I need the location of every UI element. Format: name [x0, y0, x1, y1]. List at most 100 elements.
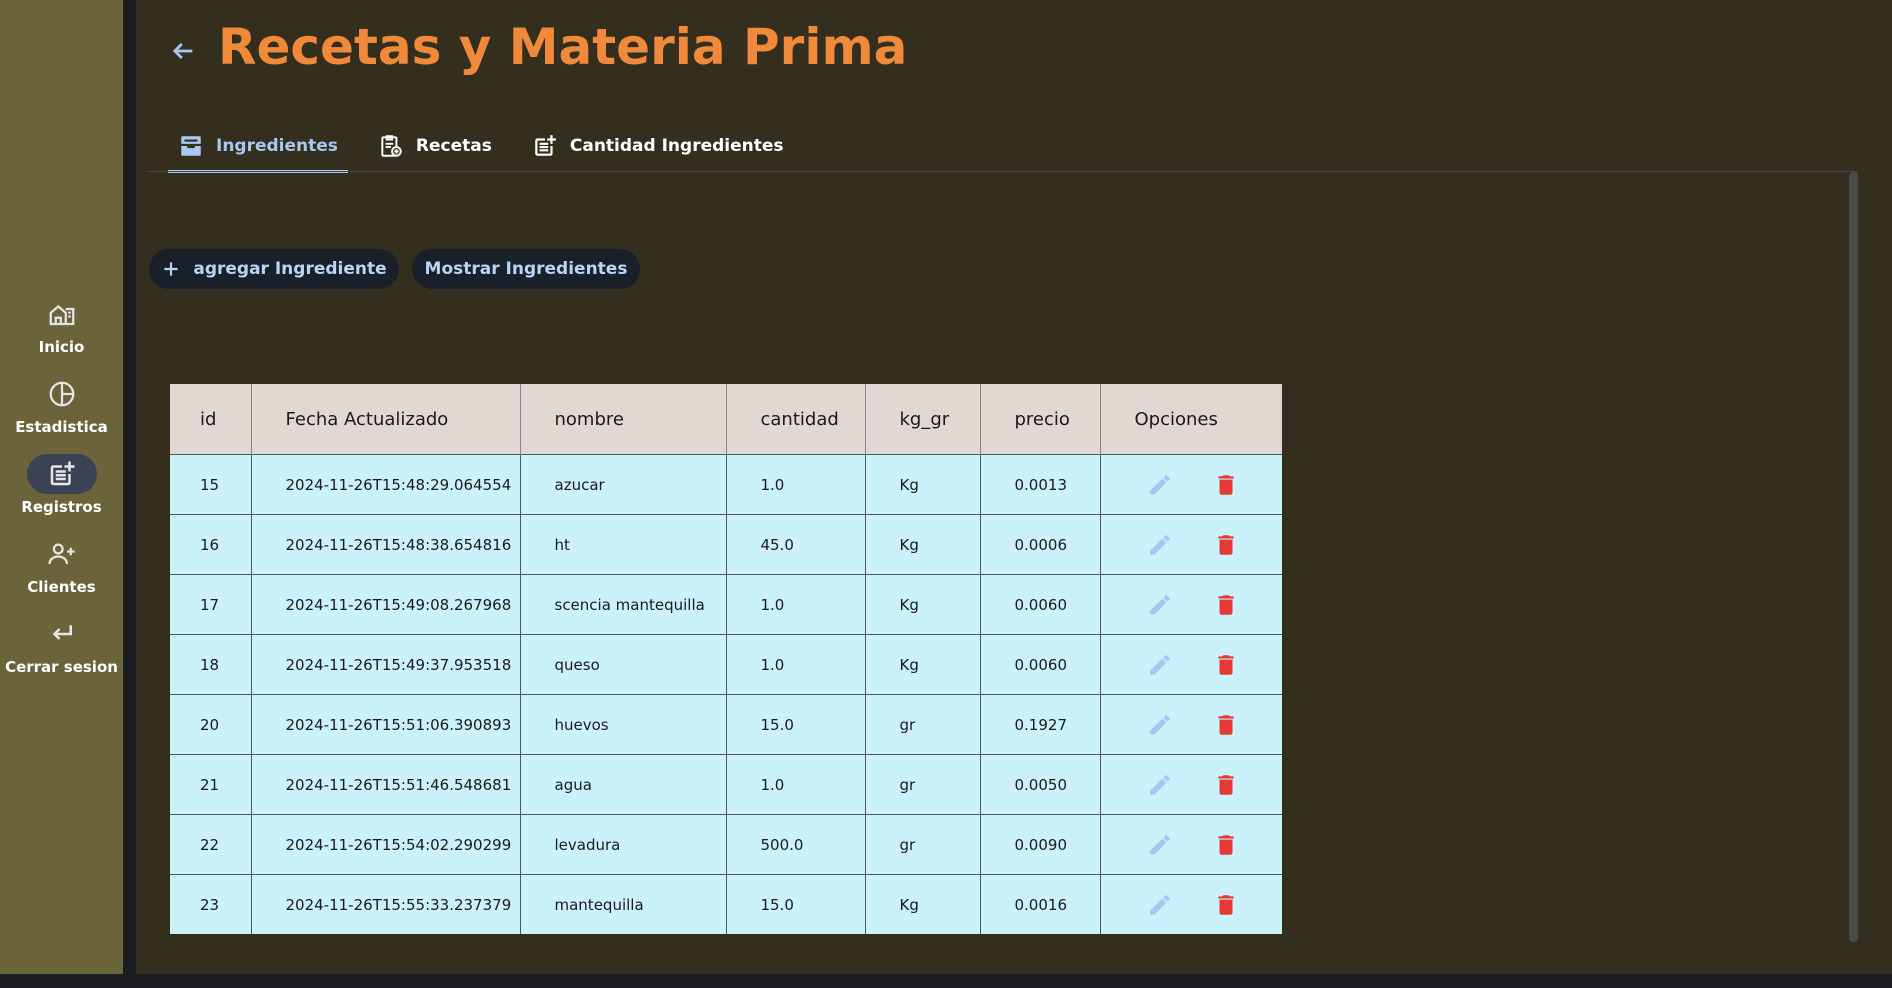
tab-recetas[interactable]: Recetas: [368, 122, 502, 170]
row-options: [1100, 814, 1282, 875]
home-icon: [49, 305, 74, 326]
delete-icon[interactable]: [1213, 592, 1239, 618]
table-cell: 0.0060: [980, 634, 1101, 695]
nav-item-registros[interactable]: Registros: [0, 452, 123, 532]
person-add-icon: [47, 543, 74, 565]
nav-label: Cerrar sesion: [5, 658, 118, 676]
main-content: Recetas y Materia Prima Ingredientes Rec…: [136, 0, 1892, 974]
delete-icon[interactable]: [1213, 532, 1239, 558]
row-options: [1100, 754, 1282, 815]
table-cell: 0.0050: [980, 754, 1101, 815]
table-cell: 0.0006: [980, 514, 1101, 575]
column-header: nombre: [520, 384, 727, 455]
tab-label: Ingredientes: [216, 136, 338, 156]
table-cell: Kg: [865, 634, 981, 695]
table-cell: Kg: [865, 454, 981, 515]
table-cell: 15: [170, 454, 252, 515]
pie-chart-icon: [49, 381, 74, 407]
table-cell: queso: [520, 634, 727, 695]
table-cell: 23: [170, 874, 252, 934]
edit-icon[interactable]: [1147, 472, 1173, 498]
nav-item-cerrar-sesion[interactable]: Cerrar sesion: [0, 612, 123, 692]
table-cell: Kg: [865, 874, 981, 934]
table-cell: 1.0: [726, 454, 866, 515]
table-cell: 0.1927: [980, 694, 1101, 755]
table-cell: levadura: [520, 814, 727, 875]
table-row: 15 2024-11-26T15:48:29.064554 azucar 1.0 Kg 0…: [170, 454, 1282, 515]
post-add-icon: [535, 135, 556, 156]
table-cell: 20: [170, 694, 252, 755]
nav-item-inicio[interactable]: Inicio: [0, 292, 123, 372]
row-options: [1100, 514, 1282, 575]
tab-divider: [148, 171, 1858, 172]
nav-label: Clientes: [27, 578, 96, 596]
table-cell: 2024-11-26T15:51:06.390893: [251, 694, 521, 755]
add-ingredient-button[interactable]: agregar Ingrediente: [149, 249, 399, 289]
table-cell: 2024-11-26T15:48:29.064554: [251, 454, 521, 515]
arrow-back-icon: [172, 43, 193, 59]
tab-cantidad-ingredientes[interactable]: Cantidad Ingredientes: [522, 122, 794, 170]
table-cell: 2024-11-26T15:49:08.267968: [251, 574, 521, 635]
row-options: [1100, 694, 1282, 755]
tab-bar: Ingredientes Recetas Cantidad Ingredient…: [168, 122, 814, 173]
show-ingredients-button[interactable]: Mostrar Ingredientes: [412, 249, 640, 289]
table-cell: huevos: [520, 694, 727, 755]
nav-item-estadistica[interactable]: Estadistica: [0, 372, 123, 452]
delete-icon[interactable]: [1213, 472, 1239, 498]
column-header: kg_gr: [865, 384, 981, 455]
edit-icon[interactable]: [1147, 532, 1173, 558]
table-row: 23 2024-11-26T15:55:33.237379 mantequilla 1…: [170, 874, 1282, 934]
column-header: Fecha Actualizado: [251, 384, 521, 455]
edit-icon[interactable]: [1147, 592, 1173, 618]
table-cell: gr: [865, 694, 981, 755]
table-cell: 1.0: [726, 634, 866, 695]
table-cell: 17: [170, 574, 252, 635]
table-row: 16 2024-11-26T15:48:38.654816 ht 45.0 Kg 0.00…: [170, 514, 1282, 575]
table-cell: ht: [520, 514, 727, 575]
add-ingredient-label: agregar Ingrediente: [193, 259, 387, 279]
logout-icon: [52, 625, 72, 640]
bottom-bar: [0, 974, 1892, 988]
table-row: 21 2024-11-26T15:51:46.548681 agua 1.0 gr 0.0…: [170, 754, 1282, 815]
page-title: Recetas y Materia Prima: [218, 18, 908, 76]
edit-icon[interactable]: [1147, 892, 1173, 918]
table-cell: 16: [170, 514, 252, 575]
table-cell: scencia mantequilla: [520, 574, 727, 635]
delete-icon[interactable]: [1213, 892, 1239, 918]
delete-icon[interactable]: [1213, 712, 1239, 738]
table-row: 22 2024-11-26T15:54:02.290299 levadura 500.…: [170, 814, 1282, 875]
tab-ingredientes[interactable]: Ingredientes: [168, 122, 348, 173]
table-row: 17 2024-11-26T15:49:08.267968 scencia mant…: [170, 574, 1282, 635]
delete-icon[interactable]: [1213, 772, 1239, 798]
edit-icon[interactable]: [1147, 652, 1173, 678]
delete-icon[interactable]: [1213, 652, 1239, 678]
nav-item-clientes[interactable]: Clientes: [0, 532, 123, 612]
row-options: [1100, 874, 1282, 934]
delete-icon[interactable]: [1213, 832, 1239, 858]
row-options: [1100, 634, 1282, 695]
nav-label: Inicio: [38, 338, 85, 356]
nav-label: Registros: [21, 498, 102, 516]
tab-label: Cantidad Ingredientes: [569, 136, 784, 156]
nav-label: Estadistica: [15, 418, 108, 436]
tab-label: Recetas: [415, 136, 492, 156]
scrollbar[interactable]: [1849, 172, 1858, 942]
edit-icon[interactable]: [1147, 772, 1173, 798]
table-row: 18 2024-11-26T15:49:37.953518 queso 1.0 Kg 0.…: [170, 634, 1282, 695]
plus-icon: [164, 262, 179, 276]
table-row: 20 2024-11-26T15:51:06.390893 huevos 15.0 gr…: [170, 694, 1282, 755]
table-cell: 15.0: [726, 694, 866, 755]
table-cell: 0.0013: [980, 454, 1101, 515]
table-cell: 18: [170, 634, 252, 695]
row-options: [1100, 454, 1282, 515]
table-cell: 0.0016: [980, 874, 1101, 934]
table-cell: azucar: [520, 454, 727, 515]
table-cell: Kg: [865, 514, 981, 575]
edit-icon[interactable]: [1147, 712, 1173, 738]
table-cell: 21: [170, 754, 252, 815]
edit-icon[interactable]: [1147, 832, 1173, 858]
clipboard-add-icon: [381, 135, 402, 157]
back-button[interactable]: [166, 34, 200, 68]
table-body: 15 2024-11-26T15:48:29.064554 azucar 1.0 Kg 0…: [170, 454, 1282, 934]
table-cell: 15.0: [726, 874, 866, 934]
